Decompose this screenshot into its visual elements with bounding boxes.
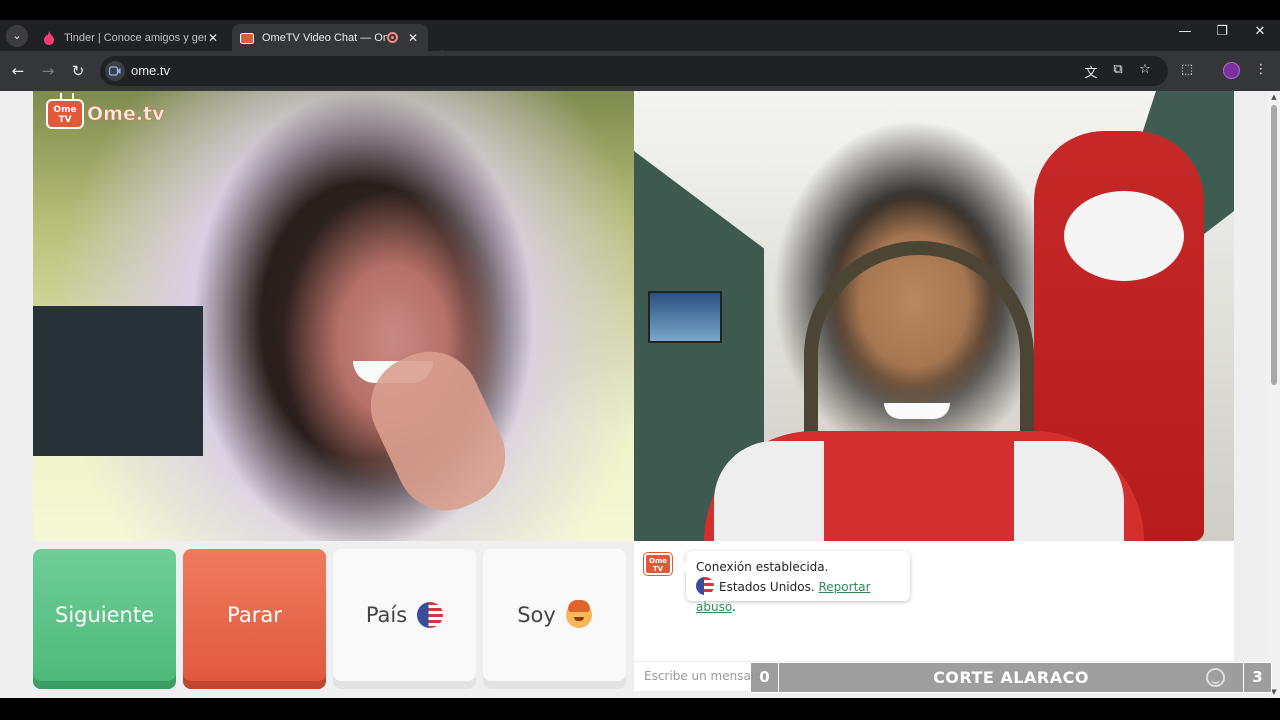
minimize-button[interactable]: — — [1173, 24, 1197, 39]
profile-avatar[interactable] — [1223, 62, 1240, 79]
system-message: Conexión establecida. Estados Unidos. Re… — [680, 551, 910, 614]
partner-country-line: Estados Unidos. Reportar abuso. — [696, 577, 900, 617]
tab-tinder[interactable]: Tinder | Conoce amigos y gente ✕ — [34, 24, 228, 51]
tab-close-icon[interactable]: ✕ — [206, 31, 220, 45]
bookmark-star-icon[interactable]: ☆ — [1136, 62, 1154, 77]
country-button[interactable]: País — [333, 549, 476, 689]
ometv-logo: Ome TV Ome.tv — [46, 99, 165, 129]
ometv-page: Ome TV Ome.tv Siguiente Parar País Soy Om… — [0, 91, 1268, 698]
address-bar[interactable]: ome.tv — [100, 56, 1168, 86]
self-video — [634, 91, 1234, 541]
restore-button[interactable]: ❐ — [1210, 24, 1234, 39]
tab-search-chevron-icon[interactable]: ⌄ — [6, 25, 28, 47]
next-button-label: Siguiente — [54, 603, 155, 627]
site-info-icon[interactable] — [105, 61, 125, 81]
boy-face-icon — [565, 600, 592, 628]
country-button-label: País — [365, 603, 408, 627]
menu-dots-icon[interactable]: ⋮ — [1252, 62, 1270, 77]
install-app-icon[interactable]: ⧉ — [1109, 62, 1127, 77]
screen-top-bar — [0, 0, 1280, 20]
close-window-button[interactable]: ✕ — [1248, 24, 1272, 39]
url-text: ome.tv — [131, 63, 171, 78]
connection-status-text: Conexión establecida. — [696, 560, 829, 574]
screen-bottom-bar — [0, 698, 1280, 720]
partner-country: Estados Unidos. — [719, 580, 815, 594]
tab-close-icon[interactable]: ✕ — [406, 31, 420, 45]
report-suffix: . — [731, 600, 736, 614]
us-flag-icon — [696, 577, 714, 595]
left-score: 0 — [751, 663, 779, 692]
star-blanket — [33, 306, 203, 456]
scrollbar-thumb[interactable] — [1271, 105, 1277, 385]
smiley-icon — [1206, 668, 1225, 687]
next-button[interactable]: Siguiente — [33, 549, 176, 689]
scroll-up-arrow-icon[interactable]: ▲ — [1270, 93, 1278, 101]
browser-tab-strip: ⌄ Tinder | Conoce amigos y gente ✕ OmeTV… — [0, 20, 1280, 65]
ometv-chat-logo-icon: Ome TV — [644, 553, 672, 575]
stop-button[interactable]: Parar — [183, 549, 326, 689]
gender-button-label: Soy — [517, 603, 556, 627]
tab-title: OmeTV Video Chat — Ome — [262, 31, 387, 44]
santa-beard — [1064, 191, 1184, 281]
stop-button-label: Parar — [227, 603, 282, 627]
stream-score-overlay: 0 CORTE ALARACO 3 — [750, 662, 1272, 693]
wall-poster — [648, 291, 722, 343]
gender-button[interactable]: Soy — [483, 549, 626, 689]
browser-toolbar: ← → ↻ ome.tv 文 ⧉ ☆ ⬚ ⋮ — [0, 51, 1280, 91]
overlay-title: CORTE ALARACO — [933, 668, 1089, 687]
tab-ometv[interactable]: OmeTV Video Chat — Ome ✕ — [232, 24, 428, 51]
recording-indicator-icon — [387, 32, 398, 43]
smile — [884, 403, 950, 419]
extensions-icon[interactable]: ⬚ — [1178, 62, 1196, 77]
us-flag-icon — [417, 602, 444, 628]
page-scrollbar[interactable]: ▲ ▼ — [1268, 91, 1280, 698]
tinder-flame-icon — [42, 30, 56, 45]
tab-title: Tinder | Conoce amigos y gente — [64, 31, 206, 44]
back-arrow-icon[interactable]: ← — [8, 61, 28, 81]
logo-tv-icon: Ome TV — [46, 99, 84, 129]
reload-icon[interactable]: ↻ — [68, 61, 88, 81]
ometv-icon — [240, 31, 254, 45]
right-score: 3 — [1243, 663, 1271, 692]
stranger-video: Ome TV Ome.tv — [33, 91, 634, 541]
translate-icon[interactable]: 文 — [1082, 62, 1100, 81]
logo-wordmark: Ome.tv — [87, 103, 165, 126]
forward-arrow-icon[interactable]: → — [38, 61, 58, 81]
